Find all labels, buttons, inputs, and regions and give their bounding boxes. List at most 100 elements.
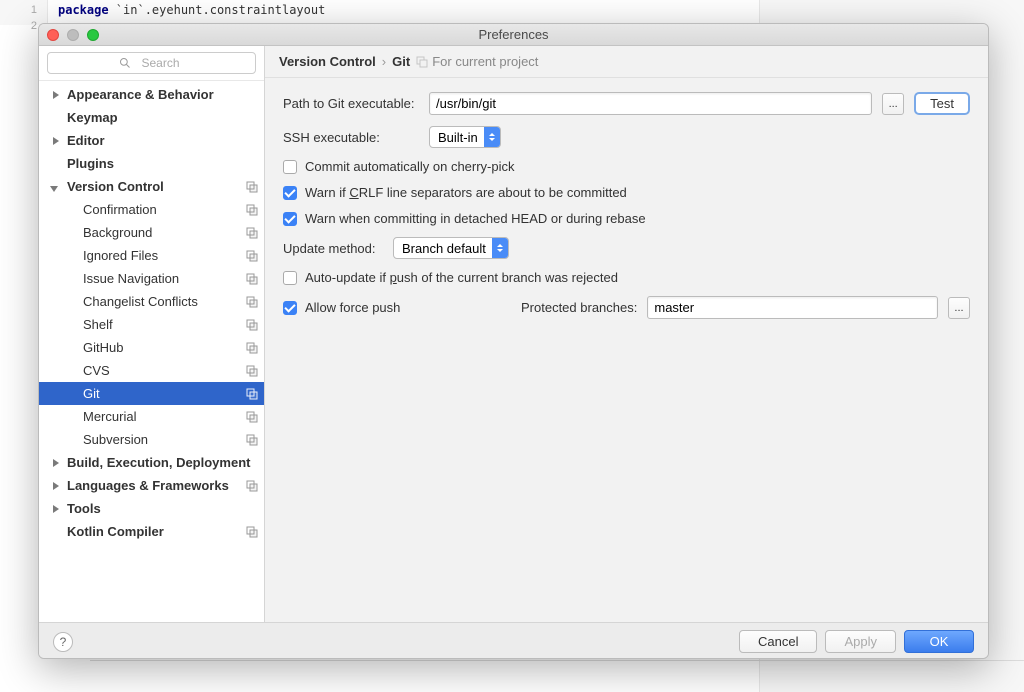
- sidebar-item-build-execution-deployment[interactable]: Build, Execution, Deployment: [39, 451, 264, 474]
- project-icon: [246, 319, 258, 331]
- ssh-executable-select-wrap: Built-in: [429, 126, 501, 148]
- sidebar-item-languages-frameworks[interactable]: Languages & Frameworks: [39, 474, 264, 497]
- sidebar-item-label: Issue Navigation: [83, 271, 179, 286]
- project-icon: [246, 181, 258, 193]
- preferences-content: Version Control › Git For current projec…: [265, 46, 988, 622]
- cancel-button[interactable]: Cancel: [739, 630, 817, 653]
- git-executable-browse-button[interactable]: ...: [882, 93, 904, 115]
- sidebar-item-kotlin-compiler[interactable]: Kotlin Compiler: [39, 520, 264, 543]
- protected-branches-input[interactable]: [647, 296, 938, 319]
- project-icon: [246, 411, 258, 423]
- sidebar-item-label: GitHub: [83, 340, 123, 355]
- sidebar-item-version-control[interactable]: Version Control: [39, 175, 264, 198]
- cherry-pick-checkbox[interactable]: [283, 160, 297, 174]
- sidebar-item-label: Shelf: [83, 317, 113, 332]
- sidebar-item-label: Git: [83, 386, 100, 401]
- project-icon: [416, 56, 428, 68]
- update-method-select-wrap: Branch default: [393, 237, 509, 259]
- force-push-row: Allow force push Protected branches: ...: [283, 296, 970, 319]
- sidebar-item-label: CVS: [83, 363, 110, 378]
- force-push-checkbox[interactable]: [283, 301, 297, 315]
- breadcrumb-separator: ›: [382, 54, 386, 69]
- cherry-pick-label: Commit automatically on cherry-pick: [305, 159, 515, 174]
- project-icon: [246, 204, 258, 216]
- zoom-window-button[interactable]: [87, 29, 99, 41]
- sidebar-item-label: Version Control: [67, 179, 164, 194]
- sidebar-item-confirmation[interactable]: Confirmation: [39, 198, 264, 221]
- ok-button[interactable]: OK: [904, 630, 974, 653]
- window-controls: [39, 29, 99, 41]
- auto-update-row: Auto-update if push of the current branc…: [283, 270, 970, 285]
- project-icon: [246, 273, 258, 285]
- sidebar-item-label: Ignored Files: [83, 248, 158, 263]
- cherry-pick-row: Commit automatically on cherry-pick: [283, 159, 970, 174]
- update-method-select[interactable]: Branch default: [393, 237, 509, 259]
- preferences-sidebar: Appearance & Behavior Keymap Editor Plugins…: [39, 46, 265, 622]
- force-push-label: Allow force push: [305, 300, 400, 315]
- ssh-executable-row: SSH executable: Built-in: [283, 126, 970, 148]
- project-icon: [246, 296, 258, 308]
- project-icon: [246, 342, 258, 354]
- sidebar-item-keymap[interactable]: Keymap: [39, 106, 264, 129]
- sidebar-item-label: Confirmation: [83, 202, 157, 217]
- preferences-dialog: Preferences Appearance & Behavior Keymap E…: [38, 23, 989, 659]
- test-button[interactable]: Test: [914, 92, 970, 115]
- sidebar-item-label: Subversion: [83, 432, 148, 447]
- sidebar-item-label: Build, Execution, Deployment: [67, 455, 250, 470]
- ssh-executable-select[interactable]: Built-in: [429, 126, 501, 148]
- project-scope-hint: For current project: [416, 54, 538, 69]
- editor-bottom-border: [90, 660, 1024, 661]
- sidebar-item-editor[interactable]: Editor: [39, 129, 264, 152]
- detached-head-label: Warn when committing in detached HEAD or…: [305, 211, 646, 226]
- sidebar-item-label: Mercurial: [83, 409, 136, 424]
- apply-button[interactable]: Apply: [825, 630, 896, 653]
- git-executable-input[interactable]: [429, 92, 872, 115]
- breadcrumb: Version Control › Git For current projec…: [265, 46, 988, 78]
- detached-head-checkbox[interactable]: [283, 212, 297, 226]
- auto-update-checkbox[interactable]: [283, 271, 297, 285]
- sidebar-item-subversion[interactable]: Subversion: [39, 428, 264, 451]
- sidebar-item-cvs[interactable]: CVS: [39, 359, 264, 382]
- search-input[interactable]: [47, 52, 256, 74]
- sidebar-item-mercurial[interactable]: Mercurial: [39, 405, 264, 428]
- sidebar-item-tools[interactable]: Tools: [39, 497, 264, 520]
- sidebar-item-label: Tools: [67, 501, 101, 516]
- project-icon: [246, 480, 258, 492]
- project-icon: [246, 526, 258, 538]
- sidebar-item-label: Plugins: [67, 156, 114, 171]
- update-method-label: Update method:: [283, 241, 383, 256]
- sidebar-item-changelist-conflicts[interactable]: Changelist Conflicts: [39, 290, 264, 313]
- sidebar-item-label: Editor: [67, 133, 105, 148]
- preferences-tree[interactable]: Appearance & Behavior Keymap Editor Plugins…: [39, 81, 264, 622]
- sidebar-item-label: Keymap: [67, 110, 118, 125]
- protected-branches-label: Protected branches:: [521, 300, 637, 315]
- auto-update-label: Auto-update if push of the current branc…: [305, 270, 618, 285]
- settings-form: Path to Git executable: ... Test SSH exe…: [265, 78, 988, 333]
- crlf-warn-label: Warn if CRLF line separators are about t…: [305, 185, 627, 200]
- sidebar-item-issue-navigation[interactable]: Issue Navigation: [39, 267, 264, 290]
- sidebar-item-label: Appearance & Behavior: [67, 87, 214, 102]
- sidebar-item-shelf[interactable]: Shelf: [39, 313, 264, 336]
- sidebar-item-appearance-behavior[interactable]: Appearance & Behavior: [39, 83, 264, 106]
- window-title: Preferences: [39, 27, 988, 42]
- titlebar: Preferences: [39, 24, 988, 46]
- protected-branches-browse-button[interactable]: ...: [948, 297, 970, 319]
- update-method-row: Update method: Branch default: [283, 237, 970, 259]
- sidebar-item-git[interactable]: Git: [39, 382, 264, 405]
- sidebar-item-background[interactable]: Background: [39, 221, 264, 244]
- close-window-button[interactable]: [47, 29, 59, 41]
- sidebar-item-label: Background: [83, 225, 152, 240]
- editor-gutter: 1 2: [0, 0, 48, 25]
- sidebar-item-ignored-files[interactable]: Ignored Files: [39, 244, 264, 267]
- breadcrumb-parent[interactable]: Version Control: [279, 54, 376, 69]
- git-executable-label: Path to Git executable:: [283, 96, 419, 111]
- crlf-warn-checkbox[interactable]: [283, 186, 297, 200]
- project-icon: [246, 227, 258, 239]
- sidebar-item-plugins[interactable]: Plugins: [39, 152, 264, 175]
- sidebar-item-label: Languages & Frameworks: [67, 478, 229, 493]
- ssh-executable-label: SSH executable:: [283, 130, 419, 145]
- sidebar-item-github[interactable]: GitHub: [39, 336, 264, 359]
- breadcrumb-current: Git: [392, 54, 410, 69]
- help-button[interactable]: ?: [53, 632, 73, 652]
- sidebar-item-label: Changelist Conflicts: [83, 294, 198, 309]
